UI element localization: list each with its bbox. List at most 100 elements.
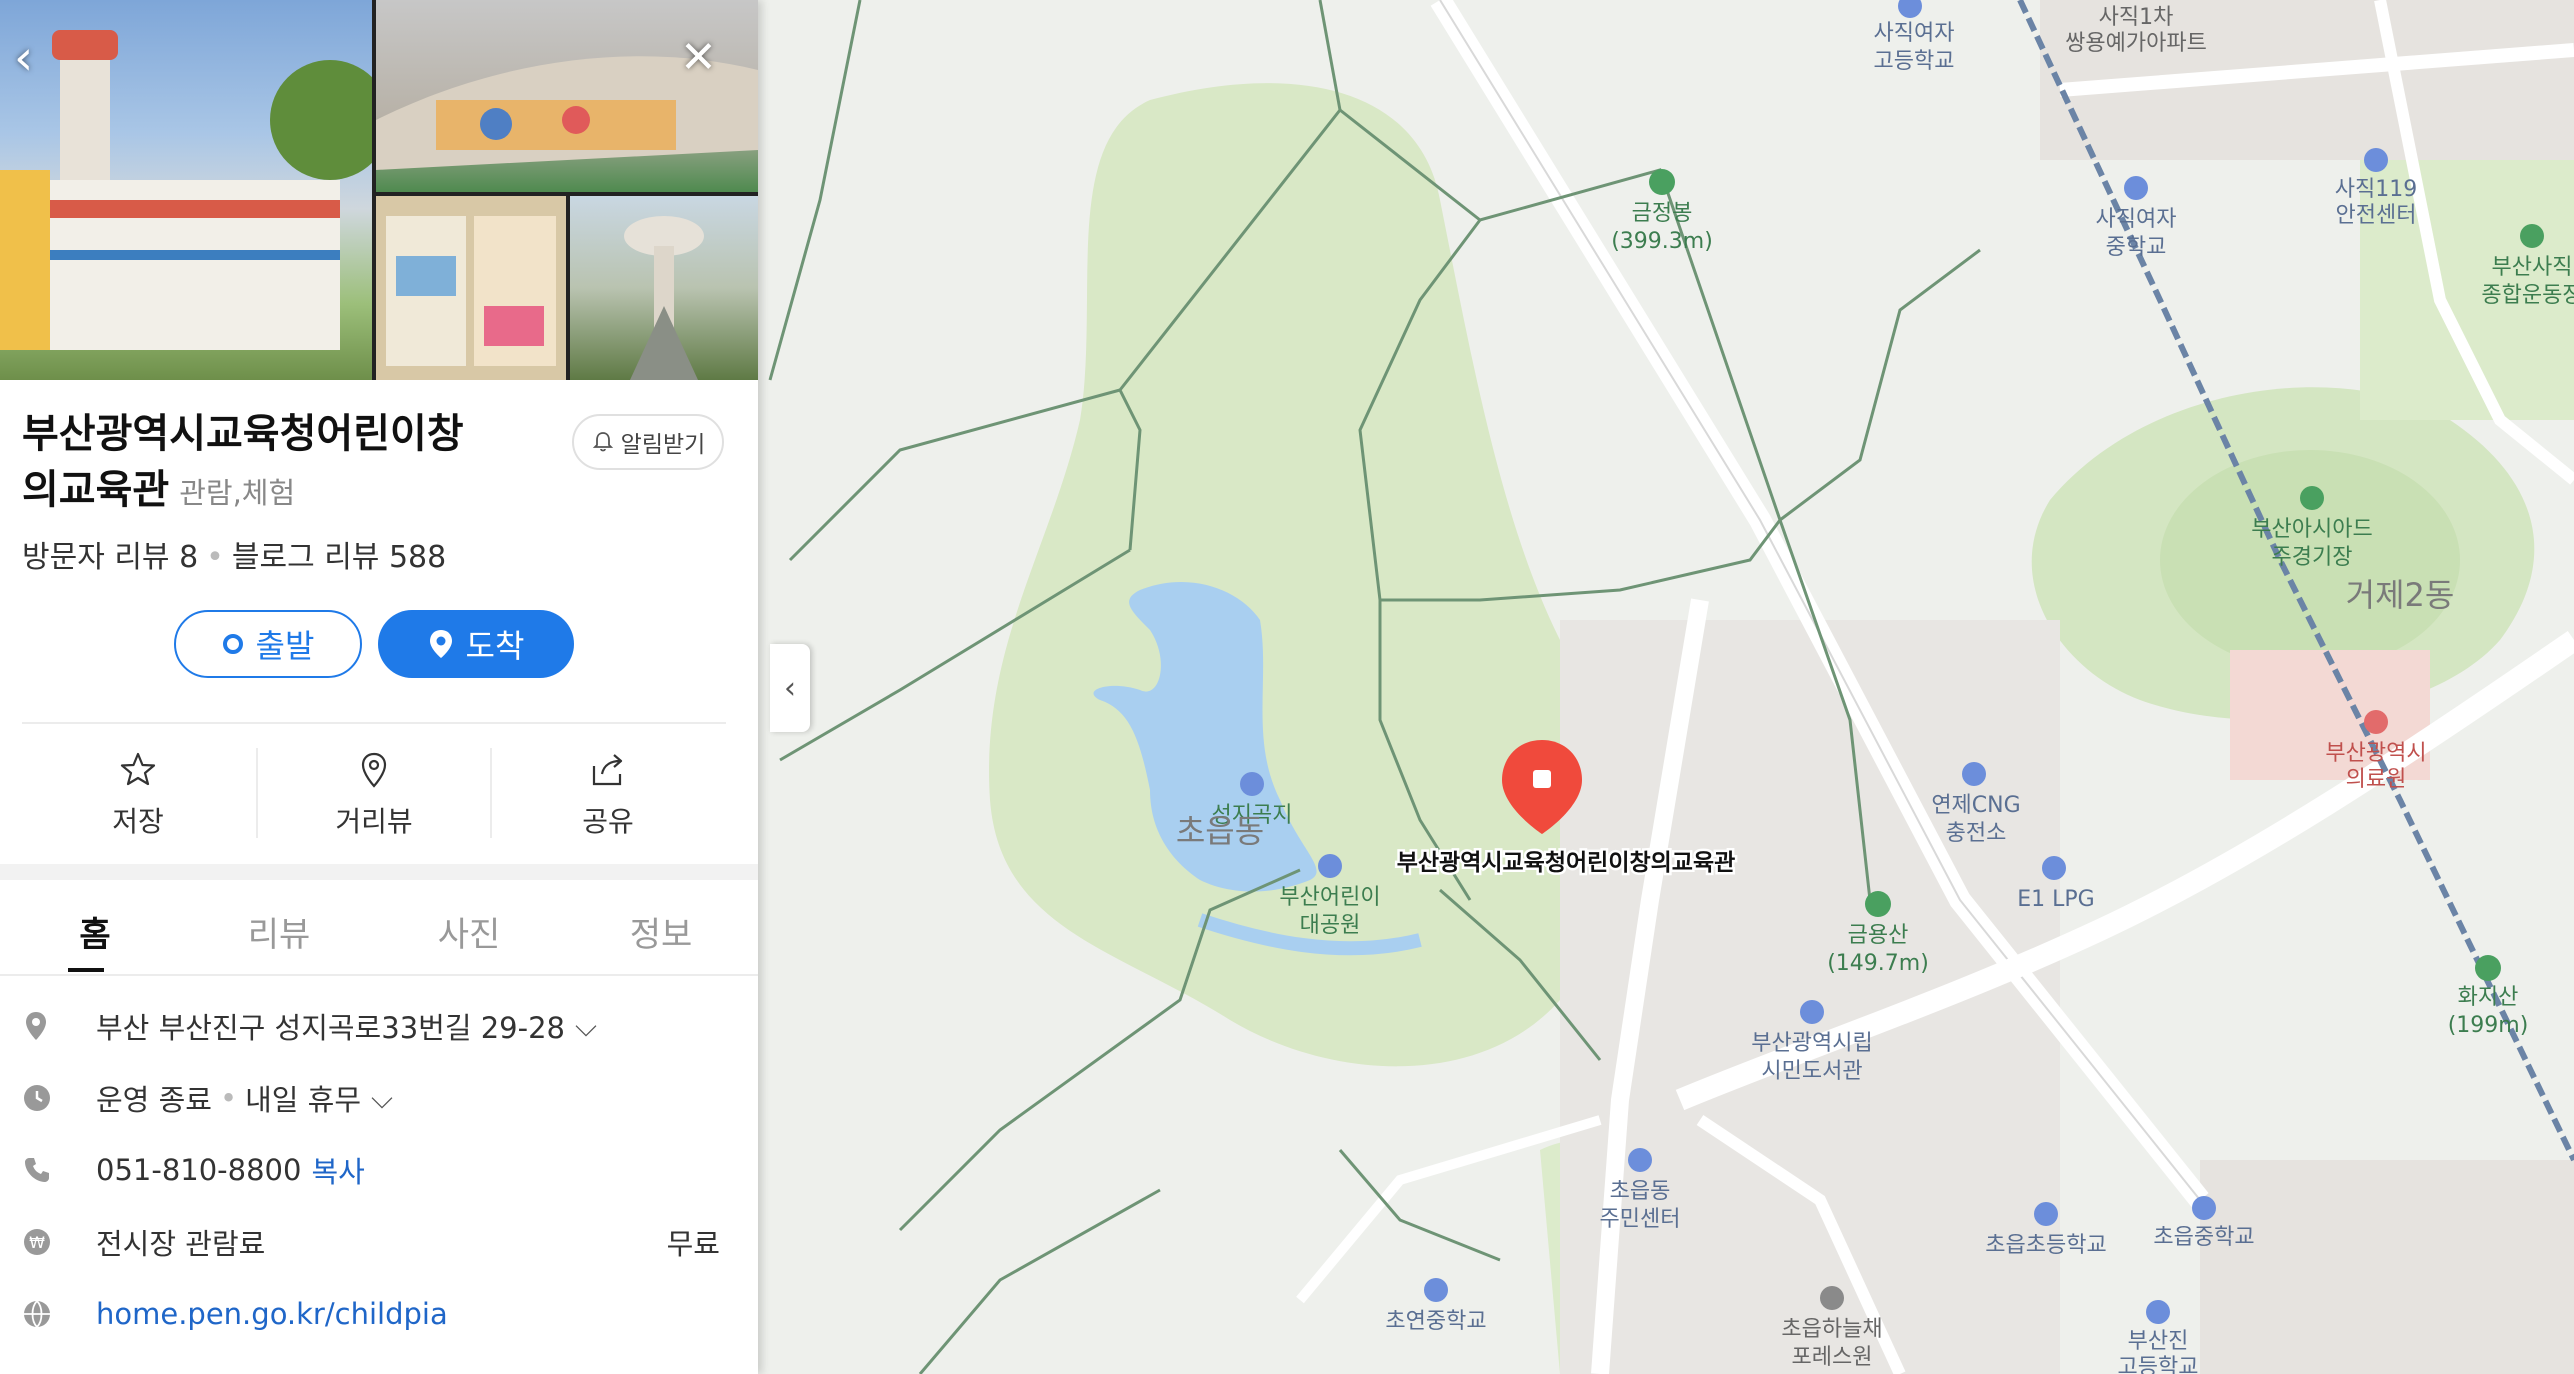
map-label-medical-center-2: 의료원: [2346, 767, 2407, 792]
map-label-asiad: 부산아시아드: [2251, 517, 2372, 542]
divider: [22, 722, 726, 724]
share-button[interactable]: 공유: [492, 740, 724, 850]
phone-row: 051-810-8800 복사: [22, 1142, 732, 1198]
address-row[interactable]: 부산 부산진구 성지곡로33번길 29-28 ⌵: [22, 998, 732, 1054]
visitor-reviews-link[interactable]: 방문자 리뷰 8: [22, 540, 198, 575]
photo-3[interactable]: [376, 196, 566, 380]
hours-status: 운영 종료: [96, 1083, 212, 1117]
tab-photos[interactable]: 사진: [374, 890, 564, 972]
fee-label: 전시장 관람료: [96, 1227, 266, 1261]
website-row: home.pen.go.kr/childpia: [22, 1286, 732, 1342]
chevron-down-icon[interactable]: ⌵: [575, 1009, 597, 1044]
streetview-pin-icon: [361, 752, 387, 788]
map-label-fire-station-2: 안전센터: [2336, 203, 2417, 228]
map-label-community-center-2: 주민센터: [1600, 1207, 1681, 1232]
streetview-button[interactable]: 거리뷰: [258, 740, 490, 850]
active-tab-indicator: [68, 968, 104, 972]
map-label-girls-high-2: 고등학교: [1874, 49, 1955, 74]
map-label-busanjin-high-2: 고등학교: [2118, 1355, 2199, 1374]
phone-number[interactable]: 051-810-8800: [96, 1153, 301, 1187]
map-label-choeup-elem: 초읍초등학교: [1985, 1233, 2106, 1258]
start-dot-icon: [222, 634, 243, 654]
map-label-hwajisan: 화지산: [2458, 985, 2519, 1010]
start-label: 출발: [255, 627, 315, 665]
block: [2200, 1160, 2574, 1374]
place-detail-panel: ‹ ✕ 부산광역시교육청어린이창 의교육관 관람,체험 알림받기 방문자 리뷰 8…: [0, 0, 758, 1374]
share-label: 공유: [582, 805, 634, 838]
globe-icon: [24, 1300, 50, 1328]
photo-main[interactable]: [0, 0, 372, 380]
map-label-lpg: E1 LPG: [2017, 887, 2094, 912]
place-title-line1: 부산광역시교육청어린이창: [22, 411, 464, 457]
copy-phone-link[interactable]: 복사: [311, 1149, 364, 1191]
alarm-button[interactable]: 알림받기: [572, 414, 724, 470]
map-label-medical-center: 부산광역시: [2325, 741, 2426, 766]
place-title: 부산광역시교육청어린이창 의교육관 관람,체험: [22, 406, 542, 521]
section-separator: [0, 864, 758, 880]
star-icon: [120, 752, 156, 786]
photo-gallery[interactable]: ‹ ✕: [0, 0, 758, 380]
map-label-geumjeongbong-2: (399.3m): [1611, 229, 1713, 254]
marker-label: 부산광역시교육청어린이창의교육관: [1397, 850, 1736, 876]
photo-4[interactable]: [570, 196, 758, 380]
map-label-library: 부산광역시립: [1751, 1031, 1872, 1056]
map-label-geumyongsan-2: (149.7m): [1827, 951, 1929, 976]
tab-reviews[interactable]: 리뷰: [184, 890, 374, 972]
map-label-asiad-2: 주경기장: [2272, 545, 2353, 570]
won-coin-icon: ₩: [24, 1229, 50, 1255]
tab-home[interactable]: 홈: [0, 890, 190, 972]
blog-reviews-link[interactable]: 블로그 리뷰 588: [232, 540, 446, 575]
map-label-choeup-middle: 초읍중학교: [2153, 1225, 2254, 1250]
website-link[interactable]: home.pen.go.kr/childpia: [96, 1297, 448, 1331]
alarm-label: 알림받기: [620, 432, 706, 458]
location-pin-icon: [429, 630, 452, 658]
close-icon[interactable]: ✕: [680, 28, 717, 88]
map-label-foresway-2: 포레스원: [1792, 1345, 1873, 1370]
map-label-apartment-2: 쌍용예가아파트: [2065, 31, 2207, 56]
bell-icon: [592, 432, 613, 452]
arrive-label: 도착: [465, 627, 525, 665]
back-icon[interactable]: ‹: [14, 28, 33, 88]
hours-row[interactable]: 운영 종료 • 내일 휴무 ⌵: [22, 1070, 732, 1126]
map-label-sajik-stadium: 부산사직: [2492, 255, 2573, 280]
save-button[interactable]: 저장: [22, 740, 254, 850]
map-label-library-2: 시민도서관: [1761, 1059, 1862, 1084]
place-category: 관람,체험: [179, 476, 296, 510]
svg-text:₩: ₩: [29, 1233, 45, 1252]
fee-value: 무료: [666, 1227, 720, 1261]
map-label-community-center: 초읍동: [1610, 1179, 1671, 1204]
map-label-choyeon-middle: 초연중학교: [1385, 1309, 1486, 1334]
map-label-girls-middle-2: 중학교: [2106, 235, 2167, 260]
map-label-geoje2dong: 거제2동: [2346, 576, 2455, 614]
map-label-girls-high: 사직여자: [1874, 21, 1955, 46]
map-label-busanjin-high: 부산진: [2128, 1329, 2189, 1354]
map-label-apartment: 사직1차: [2099, 5, 2174, 30]
arrive-button[interactable]: 도착: [378, 610, 574, 678]
separator-dot: •: [219, 1081, 238, 1115]
clock-icon: [24, 1085, 50, 1111]
share-icon: [592, 754, 623, 786]
tab-info[interactable]: 정보: [566, 890, 756, 972]
place-title-line2: 의교육관: [22, 467, 170, 513]
location-pin-icon: [26, 1012, 46, 1040]
map-label-sajik-stadium-2: 종합운동장: [2481, 283, 2574, 308]
map-label-cng-2: 충전소: [1946, 821, 2007, 846]
chevron-down-icon[interactable]: ⌵: [371, 1081, 393, 1116]
map-label-fire-station: 사직119: [2335, 177, 2417, 202]
streetview-label: 거리뷰: [335, 805, 413, 838]
collapse-panel-button[interactable]: ‹: [770, 644, 810, 732]
map-label-hwajisan-2: (199m): [2448, 1013, 2529, 1038]
save-label: 저장: [112, 805, 164, 838]
review-summary: 방문자 리뷰 8 • 블로그 리뷰 588: [22, 540, 447, 575]
map-label-choeupdong: 초읍동: [1176, 812, 1264, 850]
start-button[interactable]: 출발: [174, 610, 362, 678]
map-label-childrens-park: 부산어린이: [1279, 885, 1380, 910]
map-label-girls-middle: 사직여자: [2096, 207, 2177, 232]
map-label-geumjeongbong: 금정봉: [1632, 201, 1693, 226]
divider: [0, 974, 758, 976]
fee-row: ₩ 전시장 관람료 무료: [22, 1214, 732, 1270]
map-label-foresway: 초읍하늘채: [1781, 1317, 1882, 1342]
phone-icon: [25, 1158, 49, 1182]
map-label-childrens-park-2: 대공원: [1300, 913, 1361, 938]
map-label-cng: 연제CNG: [1931, 793, 2020, 818]
